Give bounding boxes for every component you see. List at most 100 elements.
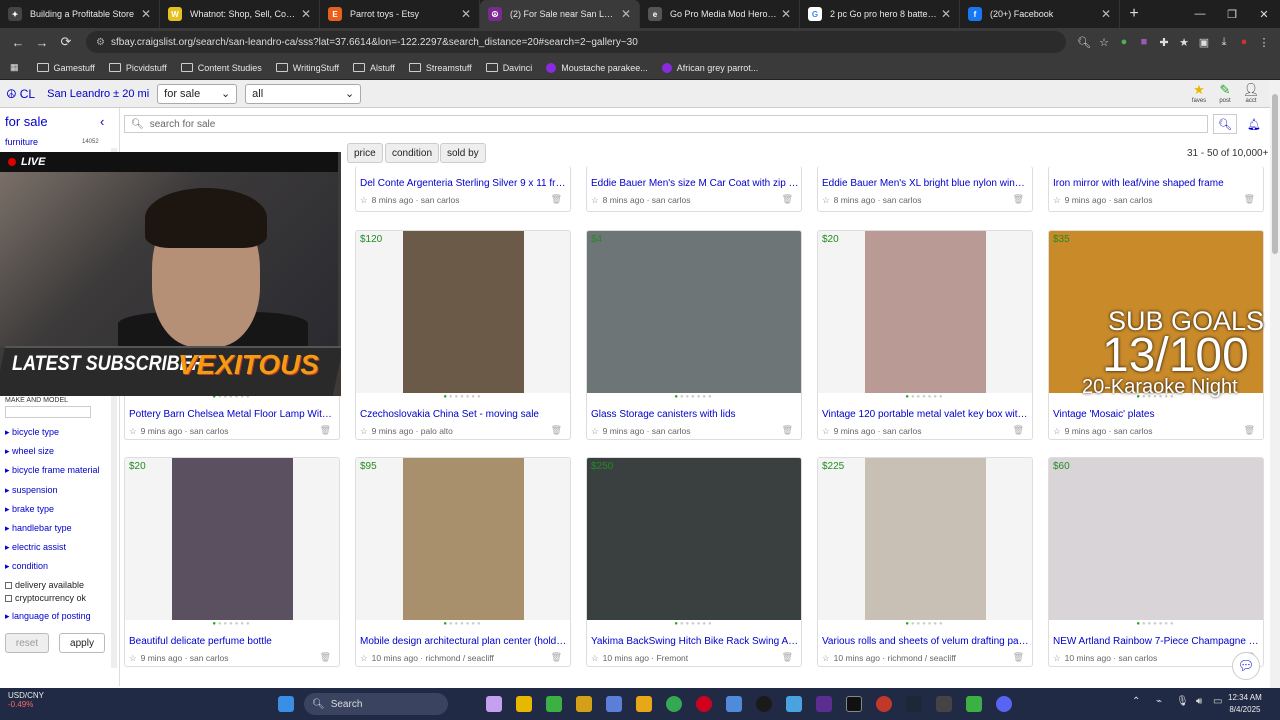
listing-photo[interactable]	[818, 458, 1032, 620]
maximize-icon[interactable]: ❐	[1216, 8, 1248, 21]
photo-carousel-dots[interactable]: ●●●●●●●	[587, 621, 801, 627]
craigslist-home-link[interactable]: ☮ CL	[6, 87, 35, 101]
search-alert-button[interactable]: 🔔︎	[1243, 114, 1265, 134]
cryptocurrency-ok-checkbox[interactable]: cryptocurrency ok	[5, 593, 86, 603]
hide-listing-icon[interactable]: 🗑︎	[551, 425, 562, 436]
listing-card[interactable]: $95 ●●●●●●● Mobile design architectural pl…	[355, 457, 571, 667]
facet-wheel-size[interactable]: wheel size	[5, 446, 54, 457]
volume-icon[interactable]: 🔊︎	[1196, 696, 1202, 707]
app-icon[interactable]	[966, 696, 982, 712]
app-icon[interactable]	[696, 696, 712, 712]
tab-1[interactable]: ✦ Building a Profitable Store ✕	[0, 0, 160, 28]
reset-button[interactable]: reset	[5, 633, 49, 653]
bookmark-item[interactable]: WritingStuff	[275, 63, 339, 73]
app-icon[interactable]	[846, 696, 862, 712]
facet-handlebar-type[interactable]: handlebar type	[5, 523, 72, 534]
language-of-posting-facet[interactable]: language of posting	[5, 611, 91, 622]
bookmark-item[interactable]: Picvidstuff	[108, 63, 167, 73]
close-tab-icon[interactable]: ✕	[621, 7, 631, 21]
download-icon[interactable]: ⤓	[1214, 36, 1234, 49]
make-model-input[interactable]	[5, 406, 91, 418]
site-info-icon[interactable]: ⚙	[96, 37, 105, 48]
hide-listing-icon[interactable]: 🗑︎	[782, 652, 793, 663]
sold-by-filter-button[interactable]: sold by	[440, 143, 486, 163]
microphone-icon[interactable]: 🎙︎	[1176, 696, 1189, 707]
side-panel-icon[interactable]: ▣	[1194, 36, 1214, 49]
listing-card[interactable]: Eddie Bauer Men's XL bright blue nylon w…	[817, 166, 1033, 212]
tray-overflow-icon[interactable]: ⌃	[1132, 696, 1140, 707]
search-input[interactable]: 🔍︎ search for sale	[124, 115, 1208, 133]
system-clock[interactable]: 12:34 AM 8/4/2025	[1228, 692, 1262, 716]
app-icon[interactable]	[636, 696, 652, 712]
listing-card[interactable]: $250 ●●●●●●● Yakima BackSwing Hitch Bike R…	[586, 457, 802, 667]
close-tab-icon[interactable]: ✕	[941, 7, 951, 21]
photo-carousel-dots[interactable]: ●●●●●●●	[356, 394, 570, 400]
favorites-icon[interactable]: ★	[1174, 36, 1194, 49]
taskbar-search[interactable]: 🔍︎ Search	[304, 693, 448, 715]
page-scrollbar[interactable]	[1270, 80, 1280, 688]
listing-card[interactable]: $20 ●●●●●●● Beautiful delicate perfume bot…	[124, 457, 340, 667]
back-icon[interactable]: ←	[6, 35, 30, 50]
hide-listing-icon[interactable]: 🗑︎	[320, 425, 331, 436]
listing-card[interactable]: Del Conte Argenteria Sterling Silver 9 x…	[355, 166, 571, 212]
bookmark-item[interactable]: African grey parrot...	[661, 62, 758, 73]
tab-6[interactable]: G 2 pc Go pro hero 8 battery doo ✕	[800, 0, 960, 28]
listing-photo[interactable]	[587, 231, 801, 393]
location-selector[interactable]: San Leandro ± 20 mi	[47, 88, 149, 100]
favorite-star-icon[interactable]: ☆	[129, 426, 137, 436]
obs-icon[interactable]	[756, 696, 772, 712]
listing-photo[interactable]	[125, 458, 339, 620]
listing-title[interactable]: NEW Artland Rainbow 7-Piece Champagne Fl…	[1053, 636, 1261, 647]
battery-icon[interactable]: ▭	[1213, 696, 1222, 707]
app-icon[interactable]	[936, 696, 952, 712]
hide-listing-icon[interactable]: 🗑︎	[1013, 652, 1024, 663]
hide-listing-icon[interactable]: 🗑︎	[320, 652, 331, 663]
copilot-icon[interactable]	[486, 696, 502, 712]
steam-icon[interactable]	[906, 696, 922, 712]
listing-title[interactable]: Yakima BackSwing Hitch Bike Rack Swing A…	[591, 636, 799, 647]
bookmark-item[interactable]: Gamestuff	[36, 63, 95, 73]
favorite-star-icon[interactable]: ☆	[591, 426, 599, 436]
listing-card[interactable]: Eddie Bauer Men's size M Car Coat with z…	[586, 166, 802, 212]
stock-ticker-widget[interactable]: USD/CNY -0.49%	[8, 691, 44, 709]
photo-carousel-dots[interactable]: ●●●●●●●	[356, 621, 570, 627]
hide-listing-icon[interactable]: 🗑︎	[1013, 425, 1024, 436]
minecraft-icon[interactable]	[546, 696, 562, 712]
app-icon[interactable]	[576, 696, 592, 712]
listing-card[interactable]: $120 ●●●●●●● Czechoslovakia China Set - mo…	[355, 230, 571, 440]
faves-button[interactable]: ★ faves	[1186, 82, 1212, 104]
bookmark-item[interactable]: Alstuff	[352, 63, 395, 73]
menu-icon[interactable]: ⋮	[1254, 36, 1274, 49]
close-tab-icon[interactable]: ✕	[141, 7, 151, 21]
listing-card[interactable]: Iron mirror with leaf/vine shaped frame ☆…	[1048, 166, 1264, 212]
hide-listing-icon[interactable]: 🗑︎	[782, 425, 793, 436]
listing-title[interactable]: Mobile design architectural plan center …	[360, 636, 568, 647]
bookmark-item[interactable]: Davinci	[485, 63, 532, 73]
category-select[interactable]: for sale ⌄	[157, 83, 238, 104]
favorite-star-icon[interactable]: ☆	[129, 653, 137, 663]
url-bar[interactable]: ⚙ sfbay.craigslist.org/search/san-leandro…	[86, 31, 1066, 53]
listing-card[interactable]: $20 ●●●●●●● Vintage 120 portable metal val…	[817, 230, 1033, 440]
network-icon[interactable]: ⌁	[1156, 696, 1162, 707]
listing-title[interactable]: Czechoslovakia China Set - moving sale	[360, 409, 568, 420]
facet-electric-assist[interactable]: electric assist	[5, 542, 66, 553]
favorite-star-icon[interactable]: ☆	[1053, 195, 1061, 205]
photo-carousel-dots[interactable]: ●●●●●●●	[818, 394, 1032, 400]
profile-avatar-icon[interactable]: ●	[1234, 36, 1254, 48]
hide-listing-icon[interactable]: 🗑︎	[551, 652, 562, 663]
favorite-star-icon[interactable]: ☆	[822, 653, 830, 663]
apps-grid-icon[interactable]: ▦	[10, 62, 19, 73]
discord-icon[interactable]	[996, 696, 1012, 712]
close-window-icon[interactable]: ✕	[1248, 8, 1280, 21]
hide-listing-icon[interactable]: 🗑︎	[551, 194, 562, 205]
listing-card[interactable]: $225 ●●●●●●● Various rolls and sheets of v…	[817, 457, 1033, 667]
facet-bicycle-type[interactable]: bicycle type	[5, 427, 59, 438]
favorite-star-icon[interactable]: ☆	[1053, 426, 1061, 436]
photo-carousel-dots[interactable]: ●●●●●●●	[818, 621, 1032, 627]
close-tab-icon[interactable]: ✕	[301, 7, 311, 21]
extension-icon[interactable]: ●	[1114, 36, 1134, 48]
listing-title[interactable]: Eddie Bauer Men's XL bright blue nylon w…	[822, 178, 1030, 189]
chat-bubble-button[interactable]: 💬︎	[1232, 652, 1260, 680]
delivery-available-checkbox[interactable]: delivery available	[5, 580, 84, 590]
favorite-star-icon[interactable]: ☆	[1053, 653, 1061, 663]
